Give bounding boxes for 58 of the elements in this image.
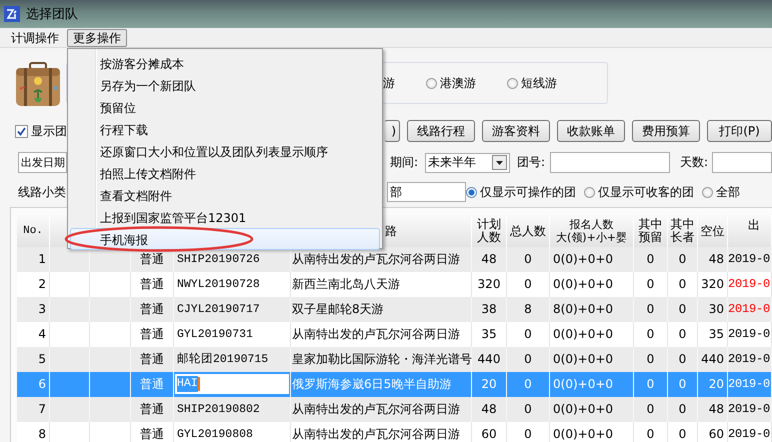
toolbar-button[interactable]: 打印(P) (707, 120, 772, 142)
menu-item[interactable]: 还原窗口大小和位置以及团队列表显示顺序 (70, 140, 380, 162)
table-cell: 60 (472, 422, 507, 442)
table-row[interactable]: 3 普通 CJYL20190717 双子星邮轮8天游 38 8 8(0)+0+0 0 0 30 2019-0 (17, 297, 772, 322)
column-header[interactable]: No. (17, 215, 50, 247)
menu-item[interactable]: 按游客分摊成本 (70, 52, 380, 74)
table-cell: 0 (507, 422, 550, 442)
menu-item[interactable]: 拍照上传文档附件 (70, 162, 380, 184)
menu-bar-item[interactable]: 计调操作 (5, 28, 65, 46)
table-row[interactable]: 4 普通 GYL20190731 从南特出发的卢瓦尔河谷两日游 35 0 0(0)+0+0 0 0 35 2019-0 (17, 322, 772, 347)
toolbar-button[interactable]: ) (384, 120, 400, 142)
column-header[interactable]: 报名人数 大(领)+小+婴 (550, 215, 634, 247)
toolbar-button[interactable]: 收款账单 (557, 120, 625, 142)
menu-item[interactable]: 另存为一个新团队 (70, 74, 380, 96)
radio-label: 港澳游 (440, 74, 476, 92)
menu-item[interactable]: 上报到国家监管平台12301 (70, 206, 380, 228)
date-field[interactable]: 出发日期 (18, 152, 67, 173)
window-title: 选择团队 (26, 6, 78, 23)
table-row[interactable]: 8 普通 GYL20190808 从南特出发的卢瓦尔河谷两日游 60 0 0(0)+0+0 0 0 60 2019-0 (17, 422, 772, 442)
column-header[interactable]: 出 (728, 215, 772, 247)
column-header[interactable]: 计划 人数 (472, 215, 507, 247)
table-cell: 0 (668, 422, 698, 442)
menu-bar-item[interactable]: 更多操作 (67, 28, 127, 46)
field-label: 线路小类 (18, 184, 67, 200)
table-cell: 0 (634, 422, 668, 442)
column-header[interactable]: 其中 长者 (668, 215, 698, 247)
menu-item[interactable]: 查看文档附件 (70, 184, 380, 206)
menu-item[interactable]: 预留位 (70, 96, 380, 118)
period-dropdown[interactable]: 未来半年 (425, 152, 510, 172)
toolbar-button[interactable]: 游客资料 (482, 120, 550, 142)
table-cell: 普通 (131, 422, 174, 442)
field-label: 天数: (680, 154, 710, 171)
menu-item[interactable]: 手机海报 (70, 228, 380, 250)
toolbar-button[interactable]: 费用预算 (632, 120, 700, 142)
menu-item[interactable]: 行程下载 (70, 118, 380, 140)
column-header[interactable]: 空位 (698, 215, 728, 247)
table-row[interactable]: 5 普通 邮轮团20190715 皇家加勒比国际游轮・海洋光谱号 440 0 0(0)+0+0 0 0 440 2019-0 (17, 347, 772, 372)
radio-label: 全部 (716, 184, 740, 200)
table-cell: GYL20190808 (174, 422, 291, 442)
field-label: 期间: (390, 154, 420, 171)
table-cell: 0(0)+0+0 (550, 422, 634, 442)
table-cell: 从南特出发的卢瓦尔河谷两日游 (291, 422, 472, 442)
toolbar-button[interactable]: 线路行程 (407, 120, 475, 142)
table-row[interactable]: 7 普通 SHIP20190802 从南特出发的卢瓦尔河谷两日游 48 0 0(0)+0+0 0 0 48 2019-0 (17, 397, 772, 422)
table-row[interactable]: 1 普通 SHIP20190726 从南特出发的卢瓦尔河谷两日游 48 0 0(0)+0+0 0 0 48 2019-0 (17, 247, 772, 272)
checkbox-label: 显示团 (31, 122, 67, 140)
table-cell: 2019-0 (728, 422, 772, 442)
radio-label: 仅显示可操作的团 (480, 184, 576, 200)
table-cell: 60 (698, 422, 728, 442)
radio-label: 仅显示可收客的团 (598, 184, 694, 200)
column-header[interactable]: 总人数 (507, 215, 550, 247)
column-header[interactable]: 其中 预留 (634, 215, 668, 247)
table-cell: 8 (17, 422, 50, 442)
table-row[interactable]: 2 普通 NWYL20190728 新西兰南北岛八天游 320 0 0(0)+0+0 0 0 320 2019-0 (17, 272, 772, 297)
field-label: 团号: (517, 154, 546, 171)
radio-label: 游 (383, 74, 395, 92)
subcategory-field[interactable]: 部 (387, 182, 466, 202)
radio-label: 短线游 (521, 74, 557, 92)
